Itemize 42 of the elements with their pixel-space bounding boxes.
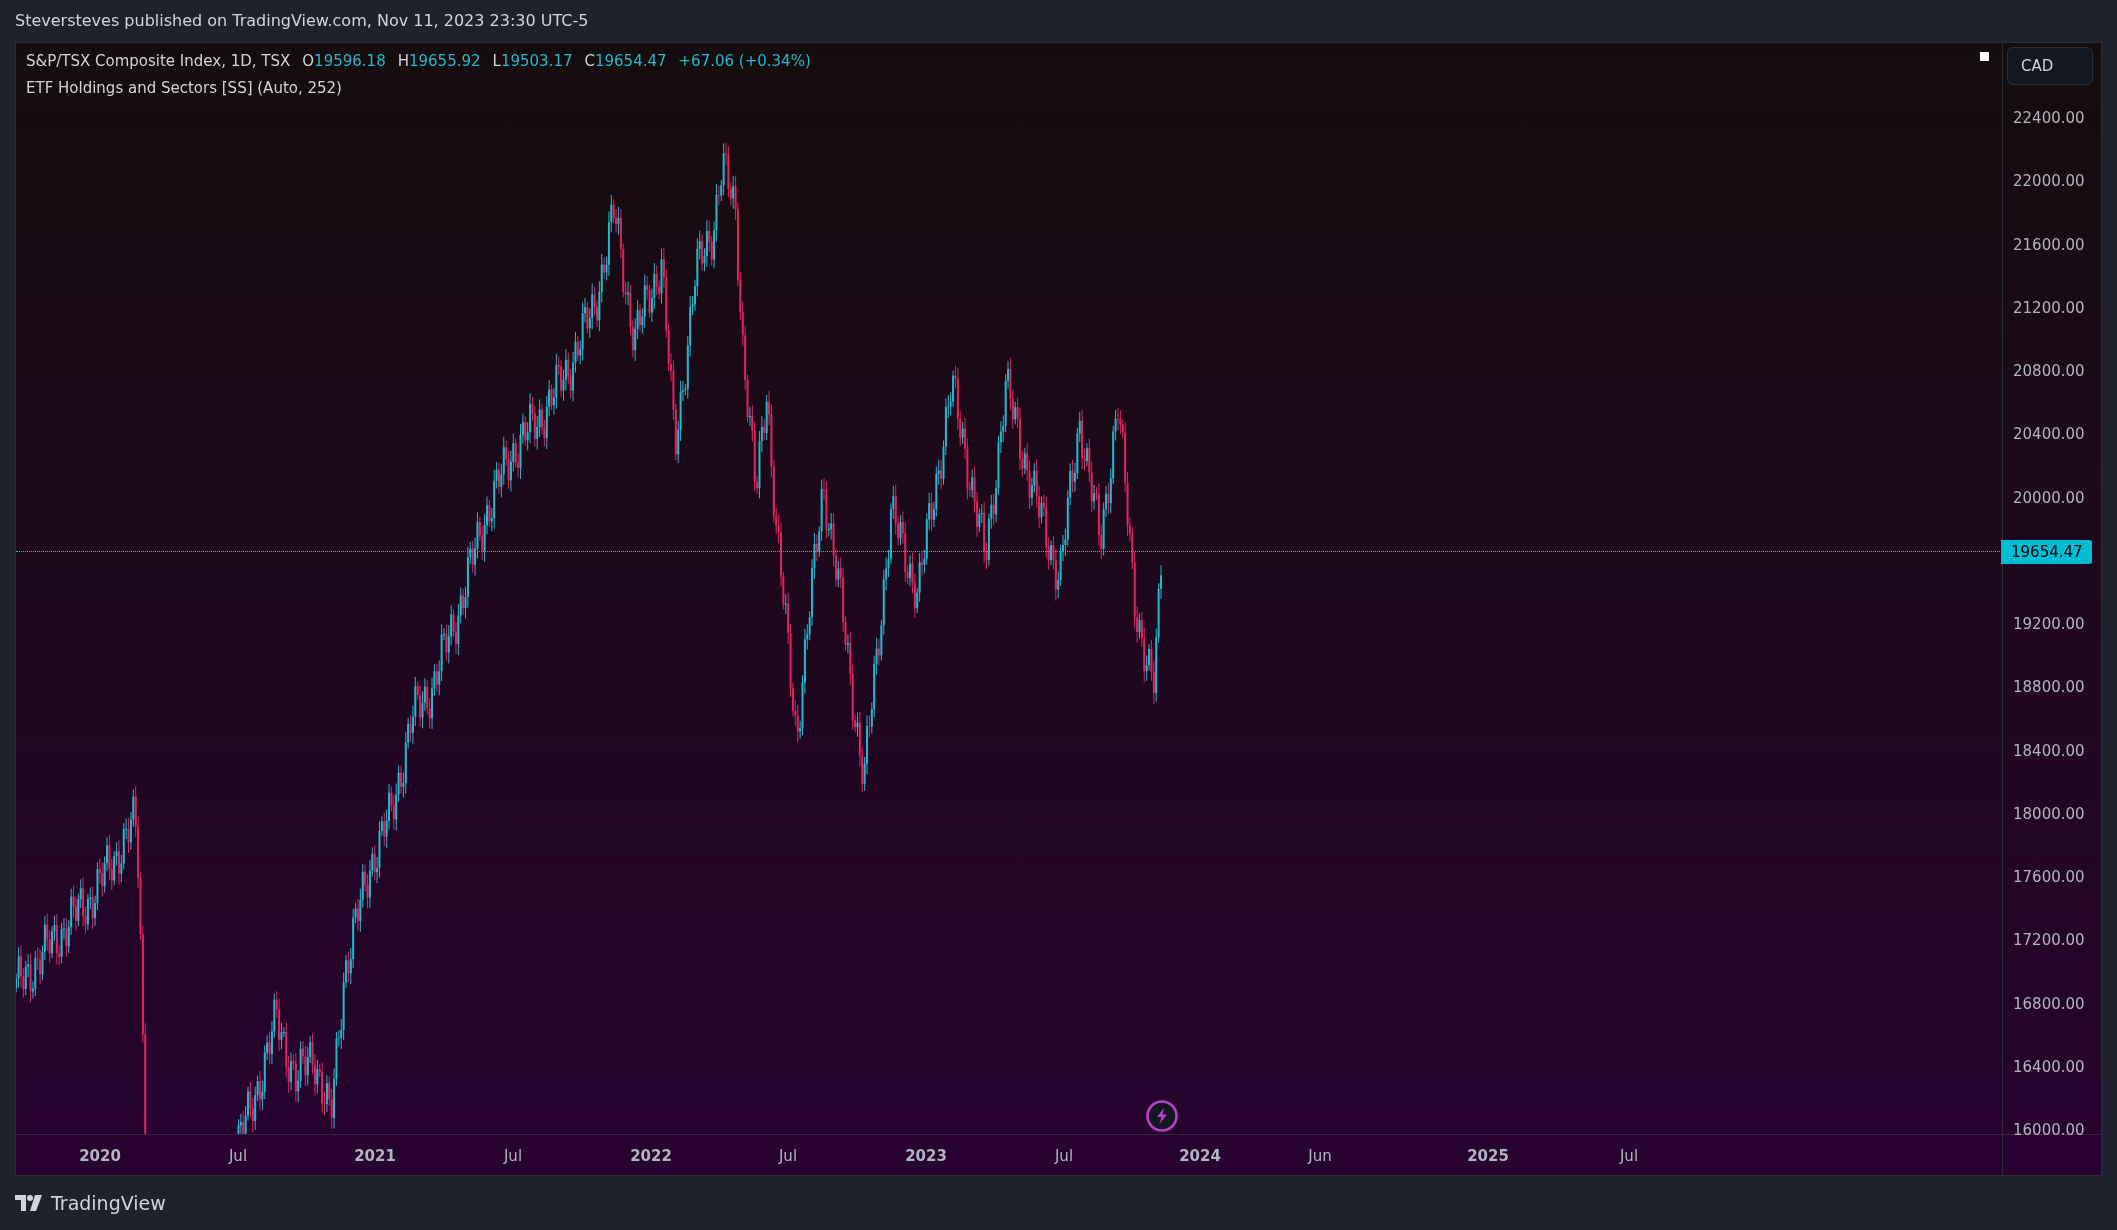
price-label: 16000.00 xyxy=(2013,1121,2085,1139)
square-icon xyxy=(1980,52,1989,61)
time-label: 2025 xyxy=(1467,1146,1509,1167)
time-label: Jul xyxy=(1619,1146,1639,1167)
time-label: Jul xyxy=(228,1146,248,1167)
ohlc-value: C19654.47 xyxy=(584,51,667,72)
price-label: 18400.00 xyxy=(2013,741,2085,760)
price-label: 17600.00 xyxy=(2013,868,2085,886)
price-label: 22000.00 xyxy=(2013,172,2085,191)
ohlc-value: L19503.17 xyxy=(492,51,573,72)
price-label: 16400.00 xyxy=(2013,1057,2085,1076)
time-label: 2021 xyxy=(354,1146,396,1167)
price-change: +67.06 (+0.34%) xyxy=(678,51,811,72)
time-label: Jul xyxy=(503,1146,523,1167)
time-label: Jul xyxy=(1054,1146,1074,1167)
price-label: 20000.00 xyxy=(2013,488,2085,507)
last-price-tag: 19654.47 xyxy=(2001,540,2092,564)
time-label: 2024 xyxy=(1179,1146,1221,1167)
price-label: 16800.00 xyxy=(2013,994,2085,1013)
price-label: 20800.00 xyxy=(2013,362,2085,380)
currency-button[interactable]: CAD xyxy=(2007,47,2093,85)
ohlc-value: H19655.92 xyxy=(397,51,481,72)
lightning-icon[interactable] xyxy=(1146,1100,1178,1132)
price-label: 21600.00 xyxy=(2013,235,2085,254)
time-label: 2022 xyxy=(630,1146,672,1167)
logo-icon xyxy=(15,1195,45,1211)
time-label: Jun xyxy=(1308,1146,1332,1167)
symbol-title: S&P/TSX Composite Index, 1D, TSX xyxy=(26,51,291,72)
indicator-title: ETF Holdings and Sectors [SS] (Auto, 252) xyxy=(26,77,343,99)
brand-name: TradingView xyxy=(51,1190,166,1216)
time-label: 2023 xyxy=(905,1146,947,1167)
price-label: 20400.00 xyxy=(2013,425,2085,444)
price-label: 17200.00 xyxy=(2013,931,2085,950)
price-label: 18800.00 xyxy=(2013,678,2085,697)
price-label: 19200.00 xyxy=(2013,615,2085,633)
price-label: 22400.00 xyxy=(2013,109,2085,127)
price-label: 18000.00 xyxy=(2013,804,2085,823)
publish-info: Steversteves published on TradingView.com, Nov 11, 2023 23:30 UTC-5 xyxy=(15,10,589,32)
price-label: 21200.00 xyxy=(2013,298,2085,317)
time-label: Jul xyxy=(778,1146,798,1167)
time-label: 2020 xyxy=(79,1146,121,1167)
ohlc-value: O19596.18 xyxy=(302,51,386,72)
